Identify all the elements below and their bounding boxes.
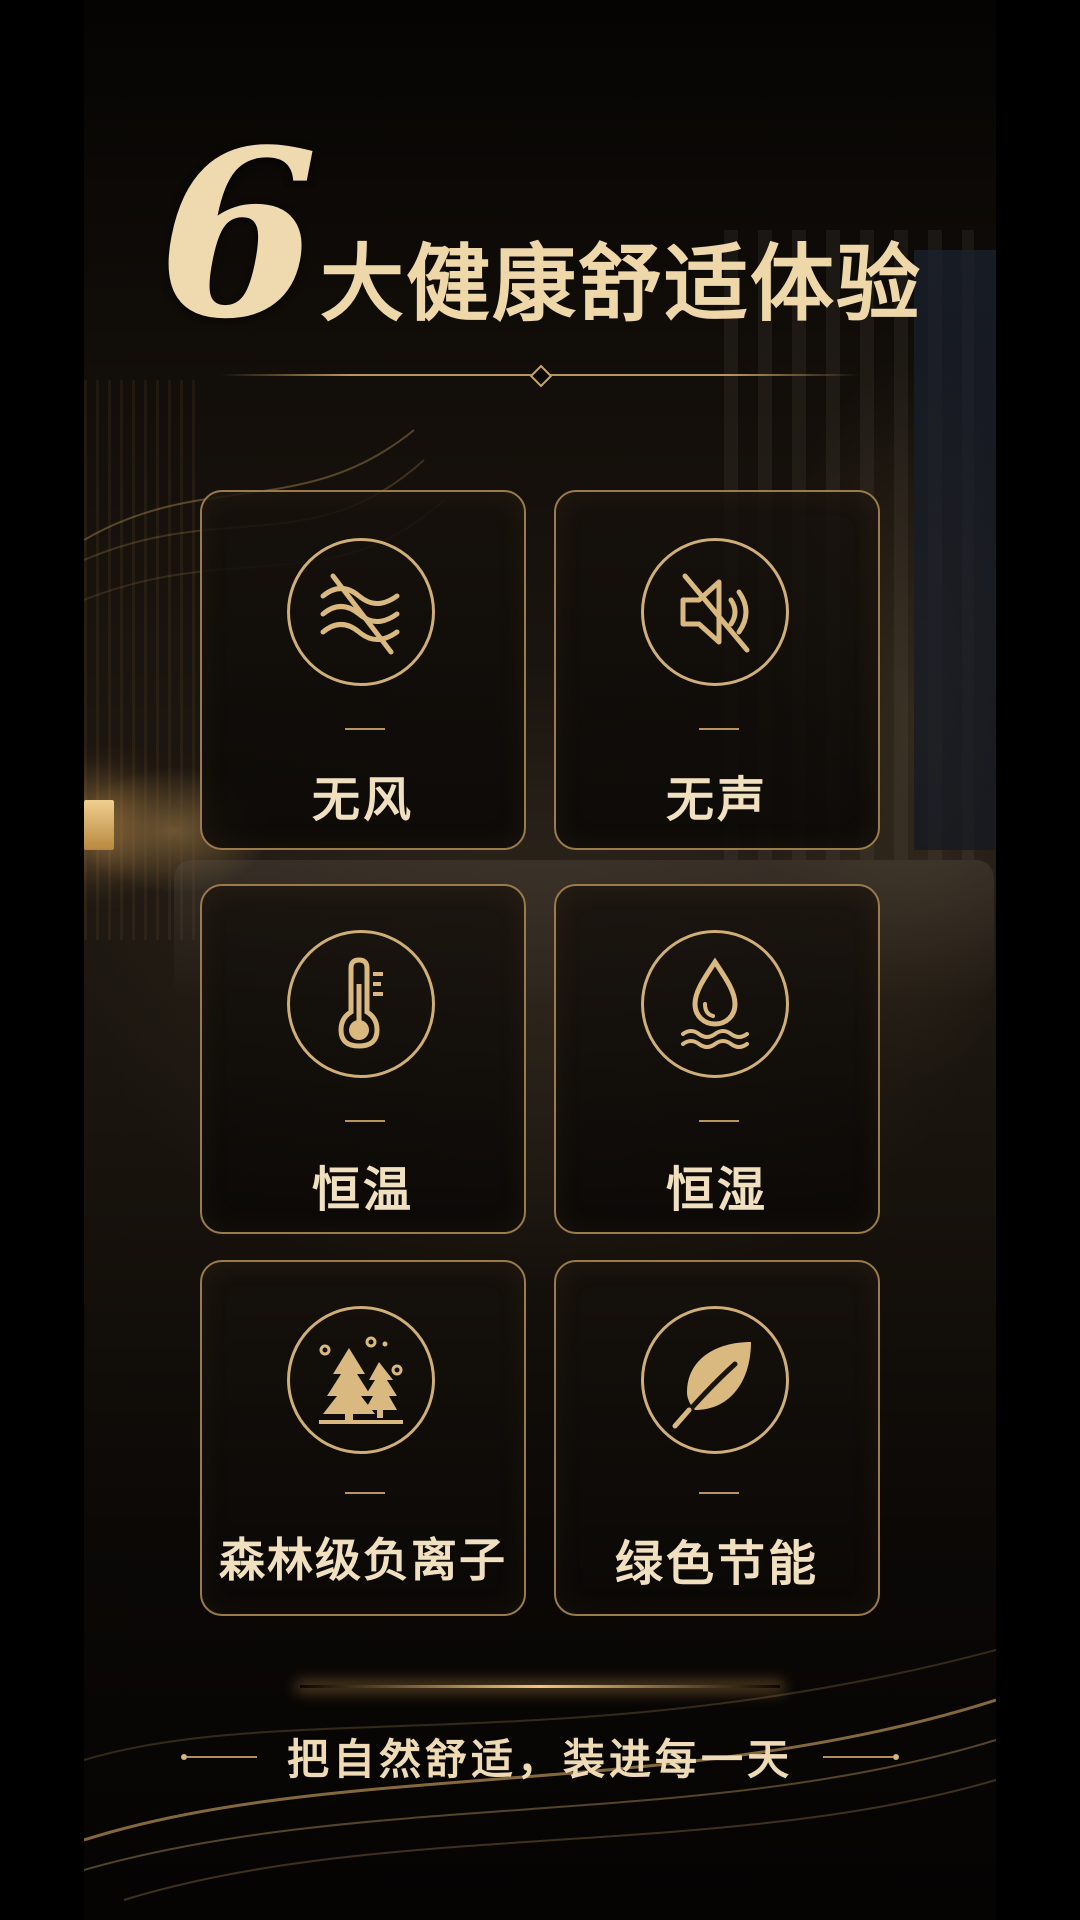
no-wind-icon bbox=[320, 573, 400, 655]
headline-number: 6 bbox=[157, 100, 318, 370]
feature-label: 无风 bbox=[311, 772, 414, 828]
icon-circle bbox=[287, 538, 435, 686]
mute-icon bbox=[680, 573, 750, 653]
leaf-icon bbox=[672, 1342, 751, 1429]
icon-circle bbox=[287, 1306, 435, 1454]
icon-circle bbox=[641, 1306, 789, 1454]
feature-card-constant-temp: 恒温 bbox=[200, 884, 526, 1234]
feature-card-constant-humidity: 恒湿 bbox=[554, 884, 880, 1234]
water-drop-icon bbox=[681, 957, 749, 1049]
slogan-row: 把自然舒适，装进每一天 bbox=[0, 1726, 1080, 1787]
label-dash bbox=[699, 1120, 739, 1122]
feature-label: 无声 bbox=[665, 772, 768, 828]
slogan-dot-right bbox=[893, 1753, 899, 1760]
label-dash bbox=[345, 1120, 385, 1122]
slogan-glow-line bbox=[300, 1685, 780, 1688]
feature-label: 绿色节能 bbox=[614, 1536, 819, 1592]
label-dash bbox=[345, 1492, 385, 1494]
label-dash bbox=[699, 1492, 739, 1494]
forest-icon bbox=[319, 1336, 403, 1424]
slogan-line-right bbox=[823, 1755, 893, 1758]
feature-card-energy-saving: 绿色节能 bbox=[554, 1260, 880, 1616]
label-dash bbox=[345, 728, 385, 730]
feature-label: 恒温 bbox=[311, 1162, 414, 1218]
feature-label: 恒湿 bbox=[665, 1162, 768, 1218]
feature-card-negative-ions: 森林级负离子 bbox=[200, 1260, 526, 1616]
slogan-line-left bbox=[186, 1755, 257, 1758]
feature-card-silent: 无声 bbox=[554, 490, 880, 850]
icon-circle bbox=[641, 930, 789, 1078]
thermometer-icon bbox=[338, 957, 383, 1049]
headline: 6 大健康舒适体验 bbox=[0, 120, 1080, 350]
icon-circle bbox=[287, 930, 435, 1078]
label-dash bbox=[699, 728, 739, 730]
poster: 6 大健康舒适体验 无风 无声 恒温 恒湿 森林级负离子 绿色节能 把自然舒适，… bbox=[0, 0, 1080, 1920]
feature-label: 森林级负离子 bbox=[219, 1533, 507, 1587]
icon-circle bbox=[641, 538, 789, 686]
feature-card-no-wind: 无风 bbox=[200, 490, 526, 850]
headline-title: 大健康舒适体验 bbox=[320, 234, 923, 333]
slogan-text: 把自然舒适，装进每一天 bbox=[286, 1735, 793, 1784]
